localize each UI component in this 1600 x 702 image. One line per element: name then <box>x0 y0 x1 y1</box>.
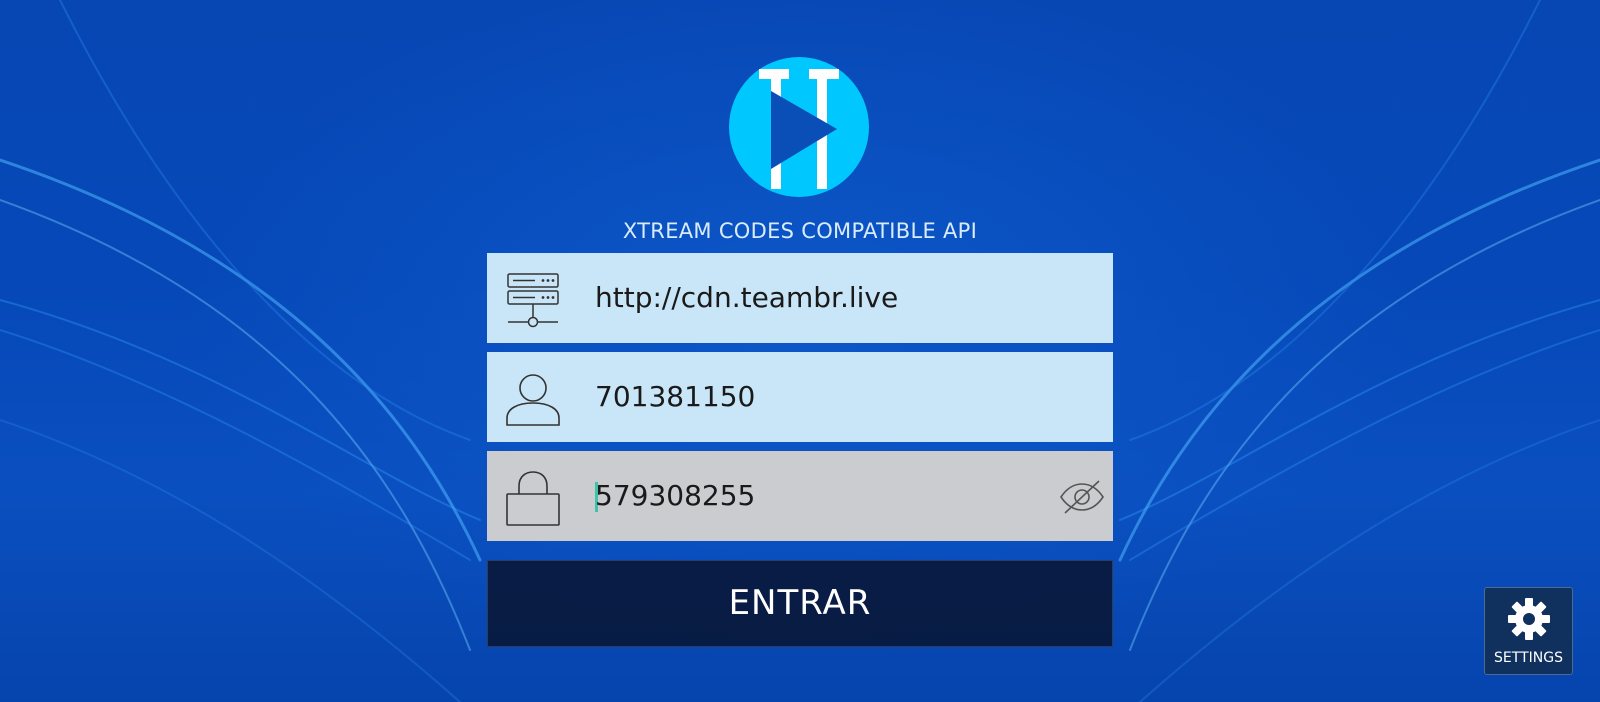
server-url-input[interactable]: http://cdn.teambr.live <box>595 253 898 343</box>
server-icon <box>507 273 559 328</box>
password-field[interactable]: 579308255 <box>487 451 1113 541</box>
lock-icon <box>506 471 560 526</box>
settings-button[interactable]: SETTINGS <box>1484 587 1573 675</box>
username-field[interactable]: 701381150 <box>487 352 1113 442</box>
app-logo <box>729 57 869 197</box>
eye-off-icon[interactable] <box>1059 479 1105 515</box>
gear-icon <box>1508 598 1550 640</box>
password-input[interactable]: 579308255 <box>595 451 755 541</box>
enter-button[interactable]: ENTRAR <box>487 560 1113 647</box>
app-subtitle: XTREAM CODES COMPATIBLE API <box>622 219 978 243</box>
user-icon <box>506 374 560 426</box>
username-input[interactable]: 701381150 <box>595 352 755 442</box>
server-url-field[interactable]: http://cdn.teambr.live <box>487 253 1113 343</box>
settings-label: SETTINGS <box>1494 650 1563 666</box>
